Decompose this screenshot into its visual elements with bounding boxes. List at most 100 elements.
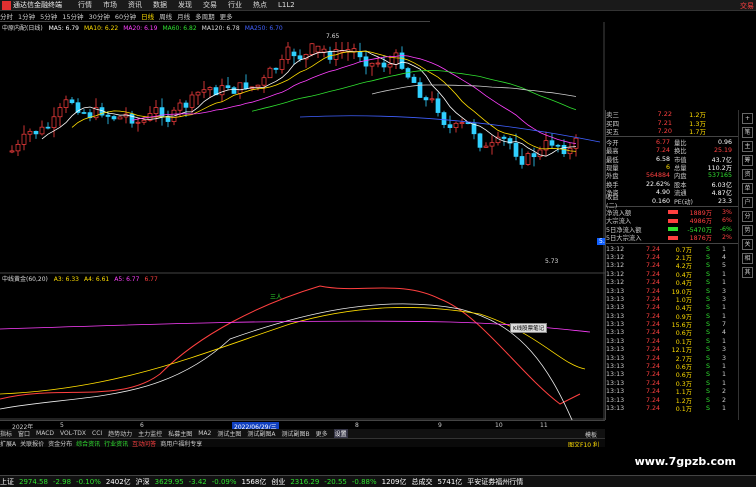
menu-item-1[interactable]: 市场: [103, 0, 117, 10]
side-button-4[interactable]: 资: [742, 169, 753, 180]
stat-value: 23.3: [717, 197, 732, 205]
indicator-tab-0[interactable]: 指标: [0, 429, 12, 438]
tick-price: 7.24: [645, 363, 660, 371]
tick-time: 13:13: [606, 329, 625, 337]
stock-note-popup[interactable]: K线股票笔记: [510, 323, 548, 333]
side-button-3[interactable]: 筹: [742, 155, 753, 166]
menu-item-8[interactable]: L1L2: [278, 1, 295, 9]
indicator-tab-12[interactable]: 更多: [316, 429, 328, 438]
candle-body: [51, 116, 57, 128]
tick-side: S: [706, 404, 710, 412]
side-button-5[interactable]: 单: [742, 183, 753, 194]
candle-body: [201, 89, 207, 93]
side-button-7[interactable]: 分: [742, 211, 753, 222]
candle-body: [453, 122, 459, 128]
indicator-tab-9[interactable]: 测试主图: [217, 429, 241, 438]
indicator-line-red: [0, 285, 581, 405]
tick-time: 13:12: [606, 245, 625, 253]
indicator-tab-5[interactable]: 趋势动力: [108, 429, 132, 438]
period-tab-7[interactable]: 周线: [159, 11, 172, 21]
tick-time: 13:13: [606, 396, 625, 404]
stat-value: 0.160: [651, 197, 670, 205]
indicator-tabs: 模板 指标 窗口 MACD VOL-TDX CCI 趋势动力 主力监控 私募主图 MA2 测试主图…: [0, 429, 605, 439]
tick-price: 7.24: [645, 388, 660, 396]
tick-time: 13:13: [606, 354, 625, 362]
date-label: 9: [438, 422, 442, 429]
candle-body: [309, 43, 315, 55]
trade-button[interactable]: 交易: [740, 1, 754, 11]
candle-body: [483, 145, 489, 148]
indicator-tab-10[interactable]: 测试副图A: [247, 429, 275, 438]
indicator-tab-8[interactable]: MA2: [198, 430, 211, 437]
date-axis: 2022年 5 6 2022/06/29/三 8 9 10 11: [0, 420, 605, 431]
side-button-2[interactable]: 主: [742, 141, 753, 152]
indicator-tab-7[interactable]: 私募主图: [168, 429, 192, 438]
side-button-8[interactable]: 势: [742, 225, 753, 236]
candle-body: [9, 150, 15, 153]
indicator-subchart[interactable]: 中线黄金(60,20) A3: 6.33 A4: 6.61 A5: 6.77 6.77…: [0, 274, 605, 420]
indicator-tab-1[interactable]: 窗口: [18, 429, 30, 438]
period-tab-10[interactable]: 更多: [220, 11, 233, 21]
candle-body: [189, 94, 195, 108]
side-button-1[interactable]: 笔: [742, 127, 753, 138]
quote-volume: 1.7万: [689, 127, 706, 136]
tick-price: 7.24: [645, 304, 660, 312]
indicator-tab-11[interactable]: 测试副图B: [281, 429, 309, 438]
status-item-1: 2974.58: [19, 477, 48, 486]
status-item-17: 平安证券福州行情: [467, 477, 524, 486]
tick-count: 3: [721, 295, 726, 303]
menu-item-6[interactable]: 行业: [228, 0, 242, 10]
status-item-2: -2.98: [52, 477, 72, 486]
tick-time: 13:13: [606, 388, 625, 396]
tick-time: 13:12: [606, 253, 625, 261]
tick-time: 13:13: [606, 295, 625, 303]
tick-count: 1: [721, 304, 726, 312]
side-button-10[interactable]: 相: [742, 253, 753, 264]
tick-time: 13:13: [606, 363, 625, 371]
menu-item-4[interactable]: 发现: [178, 0, 192, 10]
menu-item-0[interactable]: 行情: [78, 0, 92, 10]
period-tab-5[interactable]: 60分钟: [115, 11, 136, 21]
candle-body: [447, 124, 453, 128]
indicator-tab-4[interactable]: CCI: [92, 430, 102, 437]
flow-bar: [668, 235, 678, 240]
high-label: 7.65: [326, 33, 340, 40]
side-button-9[interactable]: 关: [742, 239, 753, 250]
watermark: www.7gpzb.com: [634, 455, 736, 468]
period-tab-2[interactable]: 5分钟: [40, 11, 57, 21]
flow-bar: [668, 218, 678, 223]
side-button-11[interactable]: 其: [742, 267, 753, 278]
status-item-12: -20.55: [324, 477, 347, 486]
period-tab-9[interactable]: 多周期: [195, 11, 215, 21]
menu-item-7[interactable]: 热点: [253, 0, 267, 10]
tick-count: 1: [721, 337, 726, 345]
quote-price: 7.20: [657, 126, 672, 135]
indicator-tab-2[interactable]: MACD: [36, 430, 54, 437]
period-tab-1[interactable]: 1分钟: [18, 11, 35, 21]
menu-item-3[interactable]: 数据: [153, 0, 167, 10]
side-button-6[interactable]: 户: [742, 197, 753, 208]
period-tab-6[interactable]: 日线: [141, 11, 154, 21]
tick-side: S: [706, 363, 710, 371]
order-book: 卖三 7.22 1.2万 买四 7.21 1.3万 买五 7.20 1.7万: [606, 110, 756, 136]
indicator-tab-6[interactable]: 主力监控: [138, 429, 162, 438]
period-tab-3[interactable]: 15分钟: [62, 11, 83, 21]
candle-body: [321, 48, 327, 53]
period-tab-4[interactable]: 30分钟: [89, 11, 110, 21]
menu-item-5[interactable]: 交易: [203, 0, 217, 10]
tick-volume: 0.1万: [675, 405, 692, 413]
indicator-tab-13[interactable]: 设置: [333, 429, 348, 438]
status-item-14: 1209亿: [381, 477, 407, 486]
status-item-6: 3629.95: [154, 477, 184, 486]
side-toolbar: + 笔主筹资单户分势关相其: [738, 110, 756, 420]
indicator-tab-3[interactable]: VOL-TDX: [60, 430, 86, 437]
main-kline-chart[interactable]: 中原内配(日线) MA5: 6.79 MA10: 6.22 MA20: 6.19 MA…: [0, 22, 605, 274]
period-tab-8[interactable]: 月线: [177, 11, 190, 21]
candle-body: [387, 63, 393, 68]
tick-time: 13:13: [606, 337, 625, 345]
period-tab-0[interactable]: 分时: [0, 11, 13, 21]
status-item-5: 沪深: [135, 477, 150, 486]
menu-item-2[interactable]: 资讯: [128, 0, 142, 10]
status-bar: 上证 2974.58 -2.98 -0.10% 2402亿 沪深 3629.95 -3.42-…: [0, 475, 756, 487]
side-button-0[interactable]: +: [742, 113, 753, 124]
